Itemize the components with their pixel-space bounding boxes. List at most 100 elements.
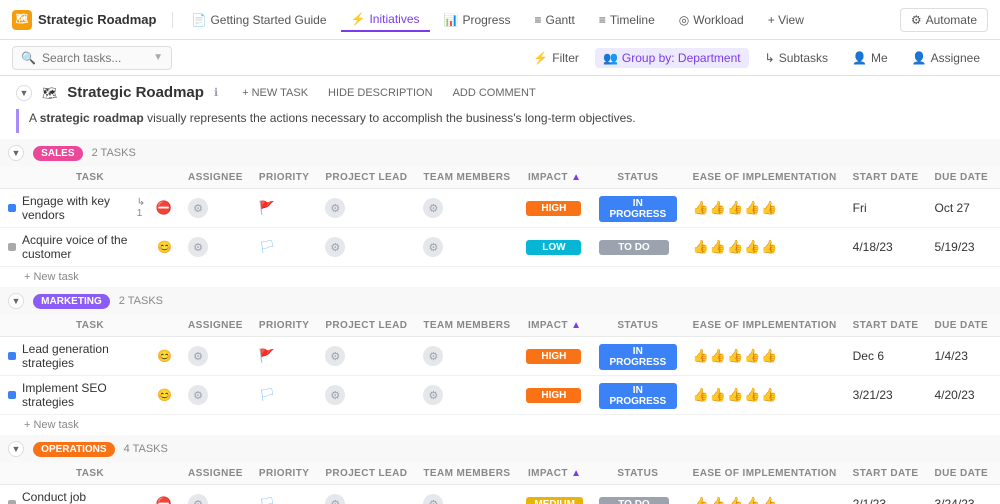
duration-cell: 31 — [996, 376, 1000, 415]
operations-collapse-toggle[interactable]: ▼ — [8, 441, 24, 457]
col-header-assignee: ASSIGNEE — [180, 463, 251, 485]
assignee-avatar[interactable]: ⚙ — [188, 198, 208, 218]
ease-rating: 👍 👍 👍 👍 👍 — [693, 239, 837, 255]
col-header-team-members: TEAM MEMBERS — [415, 315, 518, 337]
marketing-collapse-toggle[interactable]: ▼ — [8, 293, 24, 309]
col-header-duration: DURATION (D — [996, 315, 1000, 337]
collapse-toggle[interactable]: ▼ — [16, 85, 32, 101]
new-task-label[interactable]: + New task — [0, 415, 1000, 436]
col-header-duration: DURATION (D — [996, 463, 1000, 485]
search-input[interactable] — [42, 51, 147, 65]
task-name-label[interactable]: Conduct job performance appraisal — [22, 490, 150, 504]
automate-icon: ⚙ — [911, 13, 922, 27]
priority-cell: 🏳 — [251, 228, 317, 267]
assignee-avatar[interactable]: ⚙ — [188, 237, 208, 257]
table-row: Engage with key vendors ↳ 1 ⛔ ⚙ 🚩 ⚙ ⚙ HI… — [0, 189, 1000, 228]
toolbar-actions: ⚡ Filter 👥 Group by: Department ↳ Subtas… — [525, 48, 988, 68]
status-badge: TO DO — [599, 497, 669, 504]
task-name-label[interactable]: Acquire voice of the customer — [22, 233, 151, 261]
due-date-cell: Oct 27 — [927, 189, 997, 228]
assignee-avatar[interactable]: ⚙ — [188, 346, 208, 366]
me-button[interactable]: 👤 Me — [844, 48, 896, 68]
nav-progress[interactable]: 📊 Progress — [434, 9, 521, 31]
impact-badge: MEDIUM — [526, 497, 583, 504]
project-lead-cell: ⚙ — [317, 228, 415, 267]
priority-flag: 🚩 — [259, 348, 275, 363]
new-task-row-sales[interactable]: + New task — [0, 267, 1000, 288]
team-members-avatar[interactable]: ⚙ — [423, 198, 443, 218]
col-header-impact: IMPACT ▲ — [518, 315, 591, 337]
warning-icon: ⛔ — [156, 200, 172, 216]
col-header-assignee: ASSIGNEE — [180, 167, 251, 189]
assignee-cell: ⚙ — [180, 189, 251, 228]
nav-gantt[interactable]: ≡ Gantt — [524, 9, 584, 31]
filter-button[interactable]: ⚡ Filter — [525, 48, 587, 68]
team-members-avatar[interactable]: ⚙ — [423, 494, 443, 504]
nav-add-view[interactable]: + View — [758, 9, 814, 31]
info-icon[interactable]: ℹ — [214, 86, 218, 99]
chevron-down-icon: ▼ — [153, 52, 163, 63]
marketing-task-count: 2 TASKS — [119, 295, 163, 307]
project-lead-avatar[interactable]: ⚙ — [325, 346, 345, 366]
nav-initiatives[interactable]: ⚡ Initiatives — [341, 8, 430, 32]
hide-description-button[interactable]: HIDE DESCRIPTION — [322, 85, 439, 101]
ease-cell: 👍 👍 👍 👍 👍 — [685, 376, 845, 415]
new-task-row-marketing[interactable]: + New task — [0, 415, 1000, 436]
search-box[interactable]: 🔍 ▼ — [12, 46, 172, 70]
table-row: Acquire voice of the customer 😊 ⚙ 🏳 ⚙ ⚙ … — [0, 228, 1000, 267]
team-members-avatar[interactable]: ⚙ — [423, 237, 443, 257]
new-task-label[interactable]: + New task — [0, 267, 1000, 288]
add-comment-button[interactable]: ADD COMMENT — [447, 85, 542, 101]
assignee-avatar[interactable]: ⚙ — [188, 494, 208, 504]
team-members-cell: ⚙ — [415, 376, 518, 415]
task-name-label[interactable]: Implement SEO strategies — [22, 381, 151, 409]
project-name: Strategic Roadmap — [38, 12, 156, 27]
col-header-project-lead: PROJECT LEAD — [317, 315, 415, 337]
team-members-cell: ⚙ — [415, 228, 518, 267]
col-header-task: TASK — [0, 167, 180, 189]
project-lead-avatar[interactable]: ⚙ — [325, 198, 345, 218]
status-badge: TO DO — [599, 240, 669, 255]
col-header-priority: PRIORITY — [251, 463, 317, 485]
project-logo: 🗺 Strategic Roadmap — [12, 10, 156, 30]
assignee-avatar[interactable]: ⚙ — [188, 385, 208, 405]
nav-getting-started[interactable]: 📄 Getting Started Guide — [181, 9, 336, 31]
col-header-ease: EASE OF IMPLEMENTATION — [685, 315, 845, 337]
search-icon: 🔍 — [21, 51, 36, 65]
me-icon: 👤 — [852, 51, 867, 65]
col-header-team-members: TEAM MEMBERS — [415, 463, 518, 485]
nav-workload[interactable]: ◎ Workload — [669, 9, 754, 31]
top-navigation: 🗺 Strategic Roadmap 📄 Getting Started Gu… — [0, 0, 1000, 40]
col-header-project-lead: PROJECT LEAD — [317, 167, 415, 189]
col-header-ease: EASE OF IMPLEMENTATION — [685, 167, 845, 189]
task-name-label[interactable]: Engage with key vendors — [22, 194, 127, 222]
project-lead-avatar[interactable]: ⚙ — [325, 237, 345, 257]
sales-collapse-toggle[interactable]: ▼ — [8, 145, 24, 161]
subtasks-button[interactable]: ↳ Subtasks — [757, 48, 836, 68]
automate-button[interactable]: ⚙ Automate — [900, 8, 988, 32]
assignee-button[interactable]: 👤 Assignee — [904, 48, 988, 68]
impact-badge: LOW — [526, 240, 581, 255]
project-lead-avatar[interactable]: ⚙ — [325, 385, 345, 405]
assignee-cell: ⚙ — [180, 485, 251, 504]
nav-timeline[interactable]: ≡ Timeline — [589, 9, 665, 31]
assignee-icon: 👤 — [912, 51, 927, 65]
impact-badge: HIGH — [526, 349, 581, 364]
group-by-button[interactable]: 👥 Group by: Department — [595, 48, 749, 68]
col-header-start-date: START DATE — [845, 463, 927, 485]
team-members-avatar[interactable]: ⚙ — [423, 385, 443, 405]
status-cell: TO DO — [591, 228, 685, 267]
col-header-task: TASK — [0, 315, 180, 337]
ease-cell: 👍 👍 👍 👍 👍 — [685, 228, 845, 267]
new-task-button[interactable]: + NEW TASK — [236, 85, 314, 101]
column-headers-sales: TASK ASSIGNEE PRIORITY PROJECT LEAD TEAM… — [0, 167, 1000, 189]
task-name-label[interactable]: Lead generation strategies — [22, 342, 151, 370]
team-members-avatar[interactable]: ⚙ — [423, 346, 443, 366]
project-lead-avatar[interactable]: ⚙ — [325, 494, 345, 504]
ease-cell: 👍 👍 👍 👍 👍 — [685, 189, 845, 228]
table-row: Implement SEO strategies 😊 ⚙ 🏳 ⚙ ⚙ HIGH … — [0, 376, 1000, 415]
impact-cell: LOW — [518, 228, 591, 267]
workload-icon: ◎ — [679, 13, 689, 27]
task-dot — [8, 391, 16, 399]
column-headers-marketing: TASK ASSIGNEE PRIORITY PROJECT LEAD TEAM… — [0, 315, 1000, 337]
